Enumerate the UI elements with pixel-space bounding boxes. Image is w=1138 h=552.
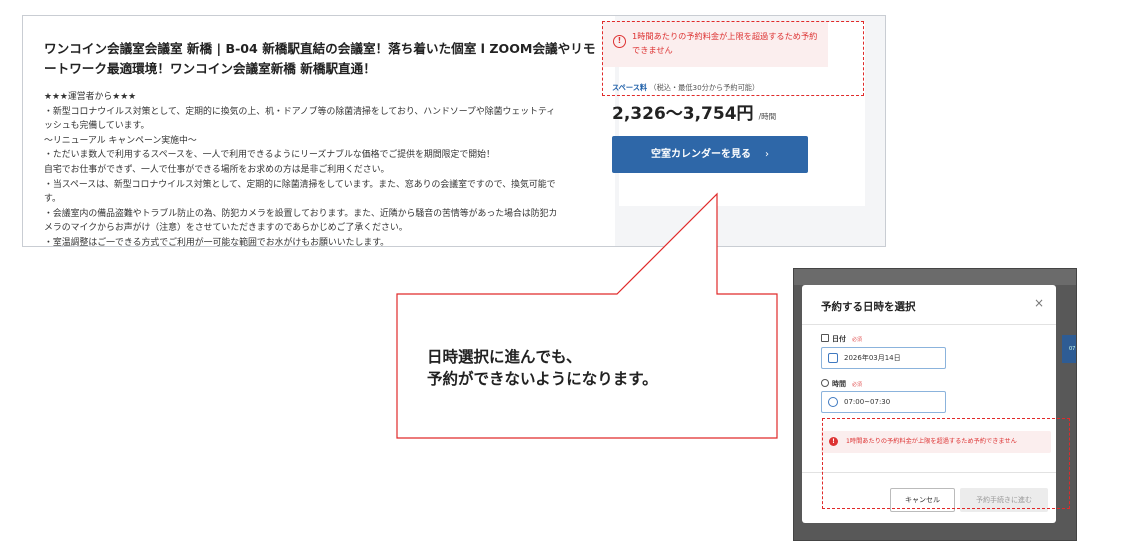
callout-text: 日時選択に進んでも、 予約ができないようになります。 [427,346,658,390]
date-value: 2026年03月14日 [844,354,901,362]
background-header [794,269,1076,285]
divider [802,324,1056,325]
time-value: 07:00~07:30 [844,398,891,406]
close-icon[interactable]: × [1034,296,1044,310]
background-booking-cell: 07: [1062,335,1076,363]
dialog-title: 予約する日時を選択 [821,301,916,313]
clock-icon [828,397,838,407]
clock-icon [821,379,829,387]
date-input[interactable]: 2026年03月14日 [821,347,946,369]
date-field-label: 日付 必須 [821,334,862,344]
time-input[interactable]: 07:00~07:30 [821,391,946,413]
calendar-icon [828,353,838,363]
highlight-frame-modal [822,418,1070,509]
callout-line: 予約ができないようになります。 [427,370,658,388]
callout-shape [396,192,778,439]
callout-line: 日時選択に進んでも、 [427,348,582,366]
calendar-icon [821,334,829,342]
time-field-label: 時間 必須 [821,379,862,389]
required-badge: 必須 [852,382,863,388]
required-badge: 必須 [852,337,863,343]
date-label: 日付 [832,335,846,343]
time-label: 時間 [832,380,846,388]
